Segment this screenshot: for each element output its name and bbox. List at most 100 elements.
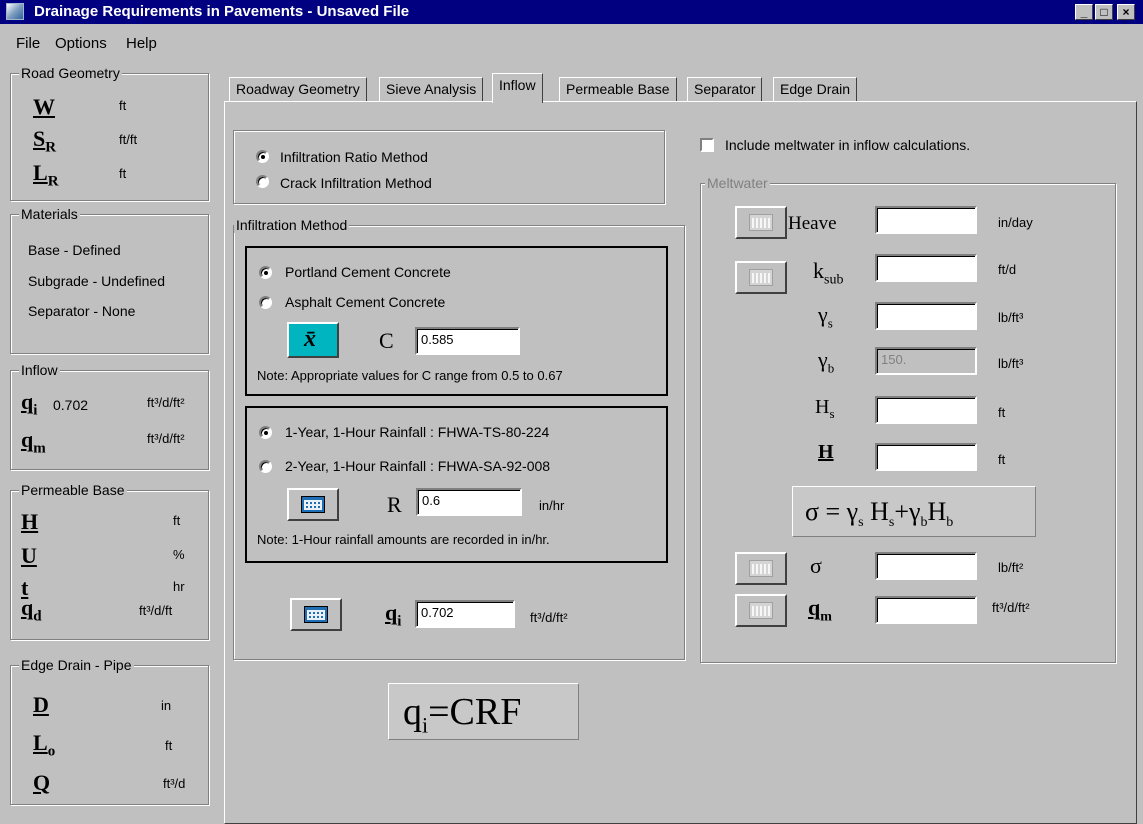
- ksub-unit: ft/d: [998, 262, 1017, 277]
- qi-unit: ft³/d/ft²: [147, 395, 185, 410]
- time-drain-unit: hr: [173, 579, 185, 594]
- pavement-box: Portland Cement Concrete Asphalt Cement …: [245, 246, 668, 396]
- degree-drainage-symbol[interactable]: U: [21, 543, 37, 569]
- hs-input[interactable]: [875, 396, 977, 424]
- road-slope-unit: ft/ft: [119, 132, 138, 147]
- qm-label[interactable]: qm: [808, 595, 832, 625]
- c-note: Note: Appropriate values for C range fro…: [257, 368, 563, 383]
- sigma-input[interactable]: [875, 552, 977, 580]
- infiltration-ratio-label[interactable]: Infiltration Ratio Method: [280, 149, 428, 165]
- c-average-button[interactable]: x̄: [287, 322, 339, 358]
- meltwater-checkbox[interactable]: [700, 138, 714, 152]
- sigma-calculator-button[interactable]: [735, 552, 787, 585]
- qi-result-input[interactable]: 0.702: [415, 600, 515, 628]
- gamma-s-unit: lb/ft³: [998, 310, 1024, 325]
- ksub-label: ksub: [813, 258, 844, 288]
- qi-calculator-button[interactable]: [290, 598, 342, 631]
- heave-calculator-button[interactable]: [735, 206, 787, 239]
- tab-separator[interactable]: Separator: [687, 77, 763, 101]
- ksub-calculator-button[interactable]: [735, 261, 787, 294]
- 1-year-rainfall-label[interactable]: 1-Year, 1-Hour Rainfall : FHWA-TS-80-224: [285, 424, 549, 440]
- gamma-b-label: γb: [818, 347, 835, 376]
- meltwater-checkbox-label[interactable]: Include meltwater in inflow calculations…: [725, 137, 970, 153]
- radio-crack-infiltration[interactable]: [256, 175, 269, 188]
- degree-drainage-unit: %: [173, 547, 185, 562]
- materials-panel: Materials Base - Defined Subgrade - Unde…: [10, 206, 209, 354]
- road-width-unit: ft: [119, 98, 127, 113]
- calculator-icon: [749, 214, 773, 231]
- edge-drain-title: Edge Drain - Pipe: [19, 657, 134, 673]
- ksub-input[interactable]: [875, 254, 977, 282]
- road-length-symbol[interactable]: LR: [33, 160, 59, 190]
- r-unit: in/hr: [539, 498, 565, 513]
- permeable-base-panel: Permeable Base H ft U % t hr qd ft³/d/ft: [10, 482, 209, 640]
- qd-unit: ft³/d/ft: [139, 603, 173, 618]
- h-input[interactable]: [875, 443, 977, 471]
- c-input[interactable]: 0.585: [415, 327, 520, 355]
- calculator-icon: [749, 602, 773, 619]
- meltwater-title: Meltwater: [705, 175, 770, 191]
- sigma-formula: σ = γs Hs+γbHb: [792, 486, 1036, 537]
- radio-portland-cement[interactable]: [259, 266, 272, 279]
- radio-2-year-rainfall[interactable]: [259, 460, 272, 473]
- road-slope-symbol[interactable]: SR: [33, 126, 56, 156]
- tab-inflow[interactable]: Inflow: [492, 73, 543, 103]
- r-calculator-button[interactable]: [287, 488, 339, 521]
- portland-cement-label[interactable]: Portland Cement Concrete: [285, 264, 451, 280]
- material-base: Base - Defined: [28, 242, 121, 258]
- road-geometry-panel: Road Geometry W ft SR ft/ft LR ft: [10, 65, 209, 201]
- r-input[interactable]: 0.6: [416, 488, 522, 516]
- edge-drain-panel: Edge Drain - Pipe D in Lo ft Q ft³/d: [10, 657, 209, 805]
- heave-input[interactable]: [875, 206, 977, 234]
- gamma-s-input[interactable]: [875, 302, 977, 330]
- materials-title: Materials: [19, 206, 80, 222]
- pipe-flow-symbol[interactable]: Q: [33, 770, 50, 796]
- menu-help[interactable]: Help: [126, 35, 157, 52]
- qd-symbol[interactable]: qd: [21, 595, 42, 625]
- tab-sieve-analysis[interactable]: Sieve Analysis: [379, 77, 484, 101]
- qm-input[interactable]: [875, 596, 977, 624]
- r-label: R: [387, 492, 402, 517]
- gamma-b-input[interactable]: 150.: [875, 347, 977, 375]
- infiltration-method-title: Infiltration Method: [234, 217, 350, 233]
- pipe-diameter-symbol[interactable]: D: [33, 692, 49, 718]
- app-icon: [6, 3, 24, 20]
- road-length-unit: ft: [119, 166, 127, 181]
- rainfall-box: 1-Year, 1-Hour Rainfall : FHWA-TS-80-224…: [245, 406, 668, 563]
- outlet-spacing-symbol[interactable]: Lo: [33, 730, 55, 760]
- base-thickness-symbol[interactable]: H: [21, 509, 38, 535]
- qm-symbol[interactable]: qm: [21, 427, 46, 457]
- x-bar-icon: x̄: [304, 326, 316, 352]
- radio-asphalt-cement[interactable]: [259, 296, 272, 309]
- maximize-button[interactable]: □: [1095, 4, 1113, 20]
- sigma-unit: lb/ft²: [998, 560, 1024, 575]
- crack-infiltration-label[interactable]: Crack Infiltration Method: [280, 175, 432, 191]
- h-label[interactable]: H: [818, 441, 834, 464]
- outlet-spacing-unit: ft: [165, 738, 173, 753]
- tab-roadway-geometry[interactable]: Roadway Geometry: [229, 77, 367, 101]
- asphalt-cement-label[interactable]: Asphalt Cement Concrete: [285, 294, 445, 310]
- 2-year-rainfall-label[interactable]: 2-Year, 1-Hour Rainfall : FHWA-SA-92-008: [285, 458, 550, 474]
- heave-unit: in/day: [998, 215, 1033, 230]
- radio-infiltration-ratio[interactable]: [256, 150, 269, 163]
- radio-1-year-rainfall[interactable]: [259, 426, 272, 439]
- qi-formula: qi=CRF: [388, 683, 579, 740]
- material-separator: Separator - None: [28, 303, 136, 319]
- menu-options[interactable]: Options: [55, 35, 107, 52]
- material-subgrade: Subgrade - Undefined: [28, 273, 165, 289]
- road-width-symbol[interactable]: W: [33, 94, 55, 120]
- h-unit: ft: [998, 452, 1006, 467]
- base-thickness-unit: ft: [173, 513, 181, 528]
- road-geometry-title: Road Geometry: [19, 65, 122, 81]
- menu-file[interactable]: File: [16, 35, 40, 52]
- tab-permeable-base[interactable]: Permeable Base: [559, 77, 677, 101]
- qm-calculator-button[interactable]: [735, 594, 787, 627]
- qi-value: 0.702: [53, 397, 89, 413]
- tab-edge-drain[interactable]: Edge Drain: [773, 77, 858, 101]
- sigma-formula-text: σ = γs Hs+γbHb: [805, 497, 954, 531]
- qi-symbol[interactable]: qi: [21, 389, 37, 419]
- calculator-icon: [301, 496, 325, 513]
- minimize-button[interactable]: _: [1075, 4, 1093, 20]
- qi-formula-text: qi=CRF: [403, 691, 522, 738]
- close-button[interactable]: ×: [1117, 4, 1135, 20]
